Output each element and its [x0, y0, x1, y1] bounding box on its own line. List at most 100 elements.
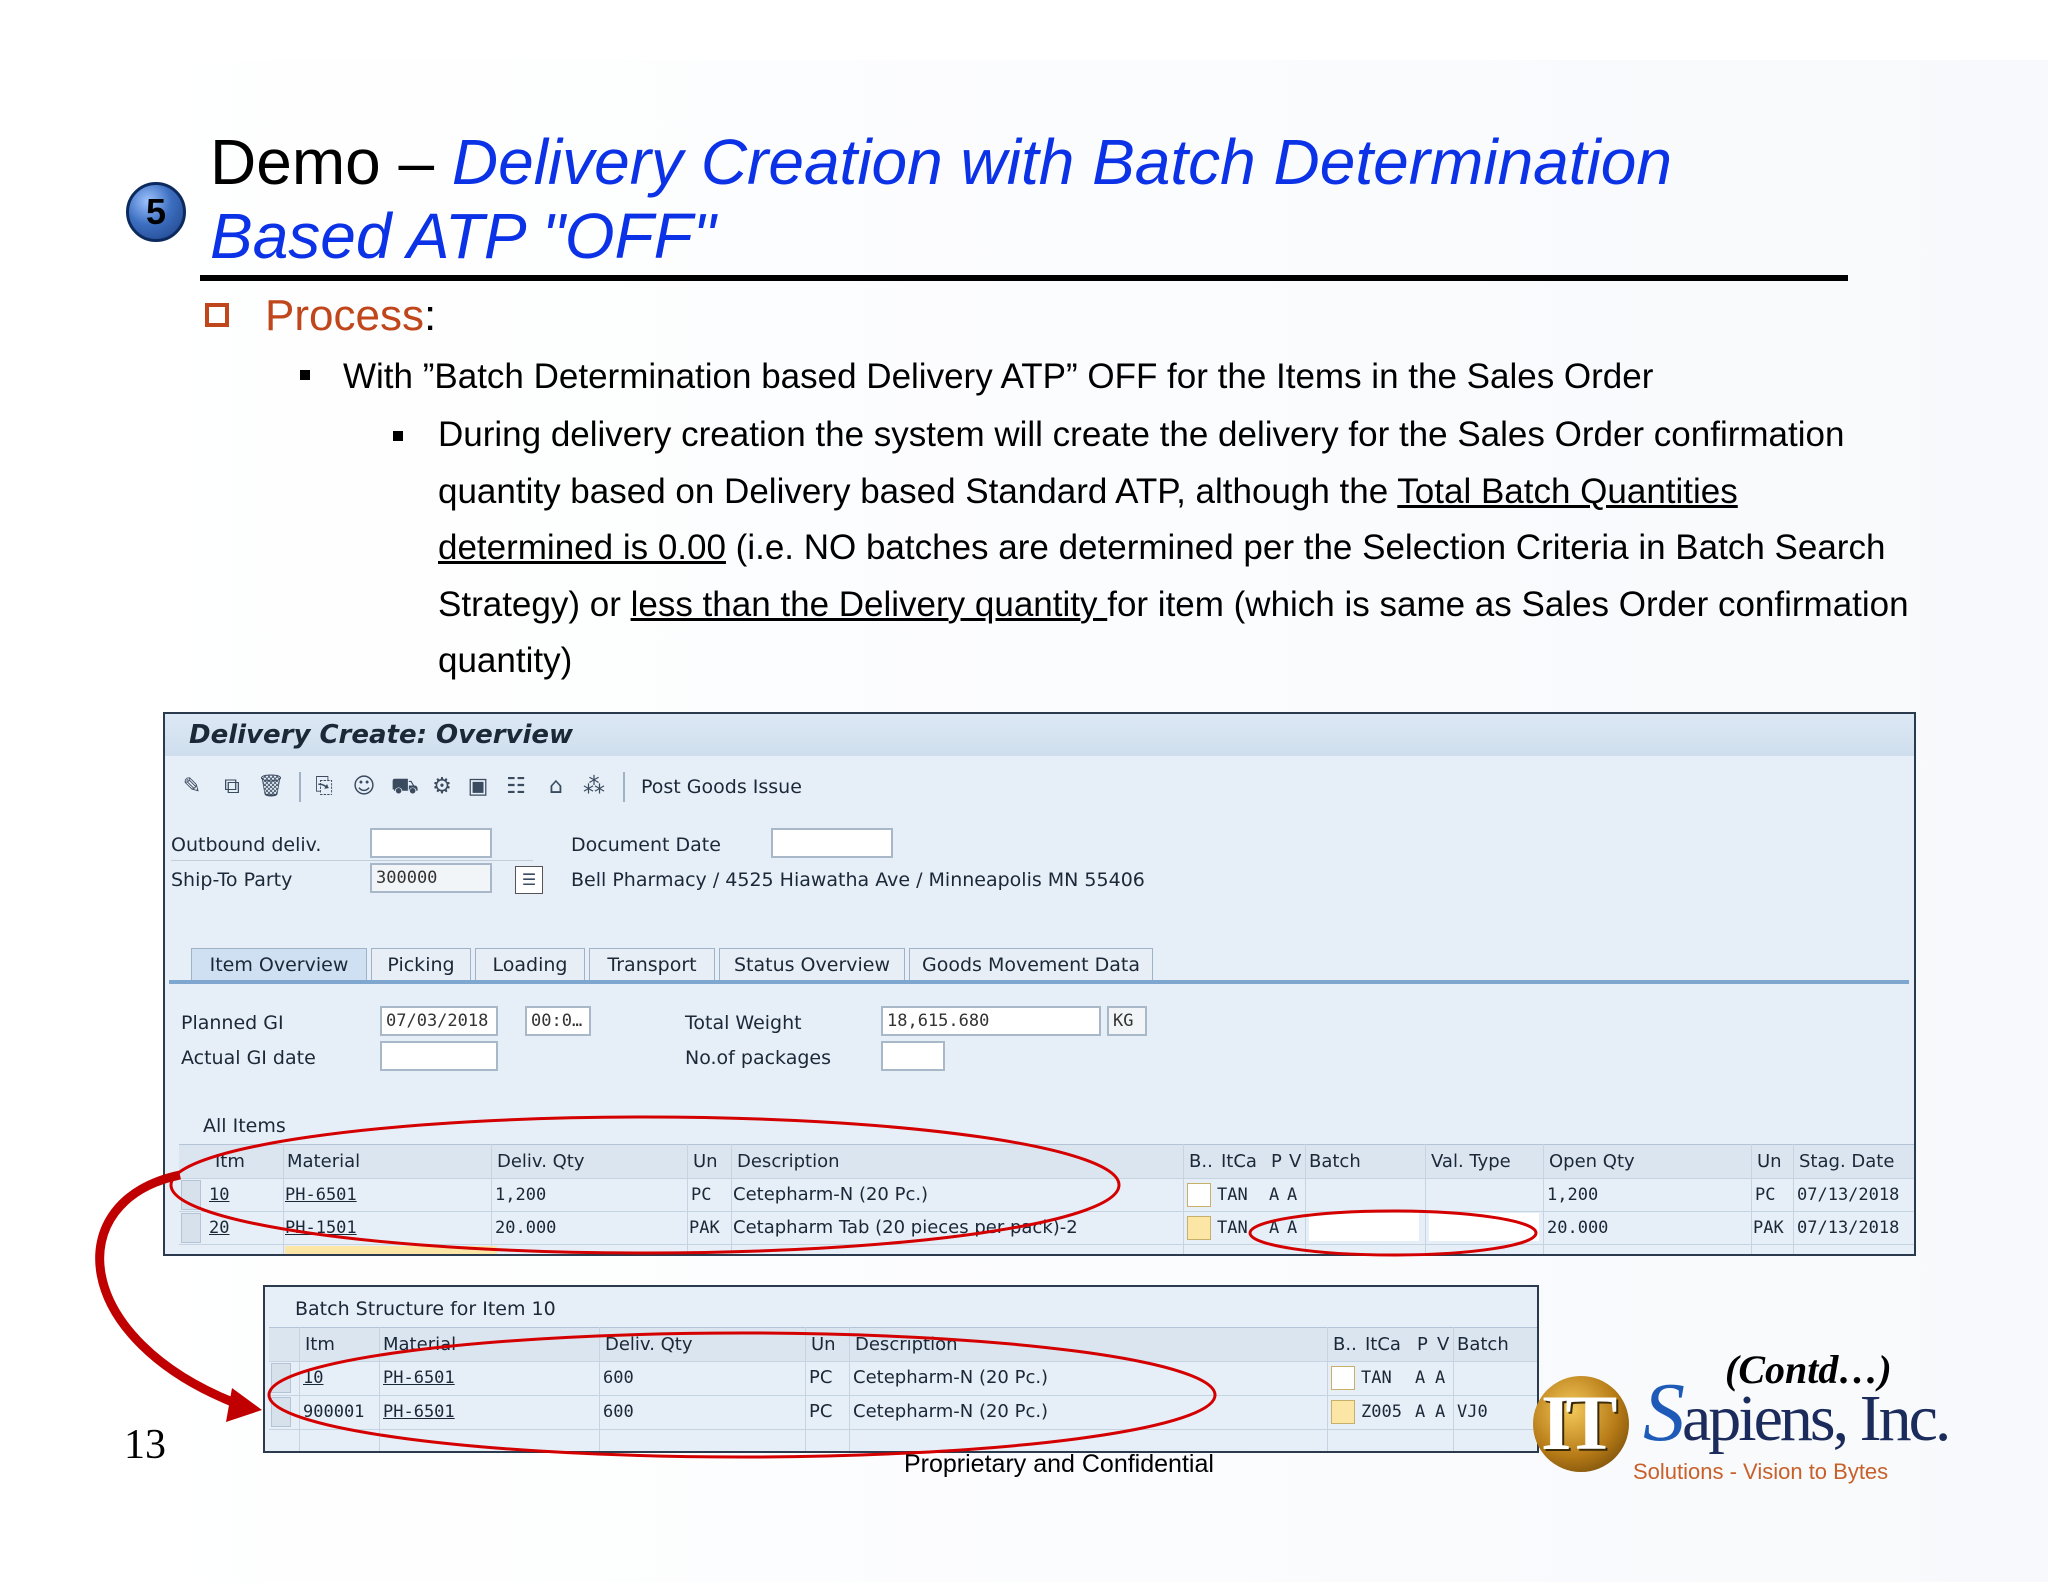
batch-row1-itm[interactable]: 10 — [303, 1363, 323, 1393]
all-items-label: All Items — [203, 1115, 286, 1137]
row2-valtype[interactable] — [1429, 1213, 1539, 1241]
col-description: Description — [855, 1334, 958, 1355]
batch-row2-material[interactable]: PH-6501 — [383, 1397, 455, 1427]
batch-split-icon[interactable] — [1331, 1400, 1355, 1424]
title-underline — [200, 275, 1848, 281]
grid-rule — [269, 1429, 1537, 1430]
col-itca: ItCa — [1365, 1334, 1401, 1355]
tab-underline — [169, 980, 1909, 984]
tab-status-overview[interactable]: Status Overview — [719, 948, 905, 980]
row2-p: A — [1269, 1218, 1280, 1238]
picking-icon[interactable]: ⚙ — [429, 774, 455, 800]
partner-icon[interactable]: ☺ — [351, 774, 377, 800]
grid-rule — [179, 1244, 1914, 1245]
row1-material[interactable]: PH-6501 — [285, 1180, 357, 1210]
document-date-input[interactable] — [771, 828, 893, 858]
grid-icon[interactable]: ⁂ — [581, 774, 607, 800]
actual-gi-date-label: Actual GI date — [181, 1047, 316, 1069]
row1-qty[interactable]: 1,200 — [495, 1180, 546, 1210]
col-batch: Batch — [1457, 1334, 1509, 1355]
batch-split-icon[interactable] — [1187, 1183, 1211, 1207]
row2-open-un: PAK — [1753, 1218, 1784, 1238]
tab-goods-movement-data[interactable]: Goods Movement Data — [909, 948, 1153, 980]
actual-gi-date-input[interactable] — [380, 1041, 498, 1071]
logo-wordmark: Sapiens, Inc. — [1643, 1370, 1951, 1462]
planned-gi-date-input[interactable]: 07/03/2018 — [380, 1006, 498, 1036]
row-selector[interactable] — [271, 1363, 291, 1393]
document-flow-icon[interactable]: ⎘ — [311, 774, 337, 800]
bullet1-text: With ”Batch Determination based Delivery… — [343, 357, 1654, 396]
row-selector[interactable] — [271, 1397, 291, 1427]
row2-qty[interactable]: 20.000 — [495, 1213, 556, 1243]
batch-row2-qty[interactable]: 600 — [603, 1397, 634, 1427]
grid-rule — [179, 1211, 1914, 1212]
batch-split-icon[interactable] — [1187, 1216, 1211, 1240]
row2-batch[interactable] — [1309, 1213, 1419, 1241]
grid-col-divider — [1425, 1144, 1426, 1254]
batch-row1-qty[interactable]: 600 — [603, 1363, 634, 1393]
handling-units-icon[interactable]: ☷ — [503, 774, 529, 800]
row1-itm[interactable]: 10 — [209, 1180, 229, 1210]
document-date-label: Document Date — [571, 834, 721, 856]
batch-row2-p: A — [1415, 1402, 1426, 1422]
copy-icon[interactable]: ⧉ — [219, 774, 245, 800]
planned-gi-time-input[interactable]: 00:0… — [525, 1006, 591, 1036]
truck-icon[interactable]: ⛟ — [391, 774, 419, 800]
tab-transport[interactable]: Transport — [589, 948, 715, 980]
batch-structure-window: Batch Structure for Item 10 Itm Material… — [263, 1285, 1539, 1453]
warehouse-icon[interactable]: ⌂ — [543, 774, 569, 800]
planned-gi-label: Planned GI — [181, 1012, 284, 1034]
outbound-delivery-input[interactable] — [370, 828, 492, 858]
grid-col-divider — [1183, 1144, 1184, 1254]
batch-row1-material[interactable]: PH-6501 — [383, 1363, 455, 1393]
col-description: Description — [737, 1151, 840, 1172]
row2-itm[interactable]: 20 — [209, 1213, 229, 1243]
row1-open-un: PC — [1755, 1185, 1776, 1205]
batch-row2-itm[interactable]: 900001 — [303, 1397, 364, 1427]
edit-icon[interactable]: ✎ — [179, 774, 205, 800]
batch-structure-title: Batch Structure for Item 10 — [295, 1298, 556, 1320]
tab-loading[interactable]: Loading — [475, 948, 585, 980]
process-colon: : — [423, 291, 437, 340]
row1-open-qty: 1,200 — [1547, 1185, 1599, 1205]
total-weight-input[interactable]: 18,615.680 — [881, 1006, 1101, 1036]
batch-row2-un: PC — [809, 1401, 833, 1422]
grid-col-divider — [599, 1327, 600, 1451]
grid-header-band — [179, 1144, 1914, 1179]
row-selector[interactable] — [181, 1213, 201, 1243]
row-selector[interactable] — [181, 1180, 201, 1210]
toolbar-separator — [299, 772, 301, 802]
tab-strip: Item Overview Picking Loading Transport … — [165, 936, 1914, 982]
row2-itca: TAN — [1217, 1218, 1248, 1238]
packing-icon[interactable]: ▣ — [465, 774, 491, 800]
row2-material[interactable]: PH-1501 — [285, 1213, 357, 1243]
ship-to-party-field[interactable]: 300000 — [370, 863, 492, 893]
ship-to-party-label: Ship-To Party — [171, 869, 293, 891]
batch-row2-v: A — [1435, 1402, 1446, 1422]
batch-split-icon[interactable] — [1331, 1366, 1355, 1390]
col-v: V — [1437, 1334, 1450, 1355]
post-goods-issue-button[interactable]: Post Goods Issue — [641, 772, 802, 802]
bullet-level2: During delivery creation the system will… — [393, 407, 1913, 690]
tab-picking[interactable]: Picking — [371, 948, 471, 980]
row1-itca: TAN — [1217, 1185, 1248, 1205]
packages-input[interactable] — [881, 1041, 945, 1071]
col-stag-date: Stag. Date — [1799, 1151, 1895, 1172]
checkbox-bullet-icon — [205, 303, 229, 328]
delete-icon[interactable]: 🗑 — [257, 774, 285, 800]
batch-row1-description: Cetepharm-N (20 Pc.) — [853, 1367, 1049, 1388]
tab-item-overview[interactable]: Item Overview — [191, 948, 367, 980]
sap-toolbar: ✎ ⧉ 🗑 ⎘ ☺ ⛟ ⚙ ▣ ☷ ⌂ ⁂ Post Goods Issue — [165, 764, 1914, 810]
grid-col-divider — [379, 1327, 380, 1451]
col-open-qty: Open Qty — [1549, 1151, 1635, 1172]
batch-row2-description: Cetepharm-N (20 Pc.) — [853, 1401, 1049, 1422]
col-deliv-qty: Deliv. Qty — [497, 1151, 585, 1172]
batch-row2-batch[interactable]: VJ0 — [1457, 1397, 1488, 1427]
col-b: B.. — [1189, 1151, 1213, 1172]
batch-row1-un: PC — [809, 1367, 833, 1388]
outbound-delivery-label: Outbound deliv. — [171, 834, 322, 856]
address-details-icon[interactable]: ☰ — [515, 866, 543, 894]
grid-col-divider — [805, 1327, 806, 1451]
batch-row1-itca: TAN — [1361, 1368, 1392, 1388]
weight-unit-field[interactable]: KG — [1107, 1006, 1147, 1036]
